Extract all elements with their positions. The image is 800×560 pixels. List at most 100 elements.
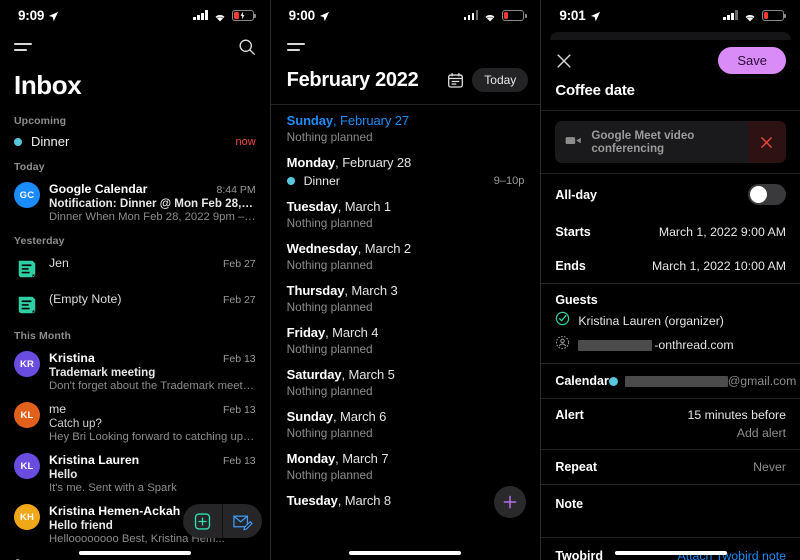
item-preview: Don't forget about the Trademark meeting… (49, 380, 256, 392)
alert-value: 15 minutes before (687, 408, 786, 422)
status-left: 9:09 (18, 8, 59, 23)
day-title: Tuesday, March 8 (287, 493, 525, 508)
sender-name: me (49, 402, 67, 416)
day-group[interactable]: Saturday, March 5 Nothing planned (287, 367, 525, 398)
sender-name: Jen (49, 256, 69, 270)
day-date: , March 2 (357, 241, 412, 256)
cellular-signal-icon (723, 10, 738, 20)
close-icon[interactable] (555, 52, 573, 70)
page-title: Inbox (14, 70, 82, 100)
all-day-toggle[interactable] (747, 184, 786, 205)
note-row[interactable]: Note (541, 485, 800, 537)
day-group[interactable]: Tuesday, March 1 Nothing planned (287, 199, 525, 230)
conference-pill[interactable]: Google Meet video conferencing (555, 121, 786, 163)
status-time: 9:00 (288, 7, 315, 23)
add-event-button[interactable] (494, 486, 527, 518)
note-icon (14, 292, 40, 318)
status-bar-calendar: 9:00 (271, 0, 541, 30)
day-date: , February 28 (335, 155, 412, 170)
alert-row[interactable]: Alert 15 minutes before Add alert (541, 399, 800, 449)
calendar-color-dot (608, 376, 618, 386)
day-date: , March 6 (333, 409, 387, 424)
conference-label-wrap: Google Meet video conferencing (555, 121, 748, 163)
list-item[interactable]: KL Kristina Lauren Feb 13 Hello It's me.… (0, 449, 270, 500)
save-button[interactable]: Save (718, 47, 786, 74)
day-group[interactable]: Wednesday, March 2 Nothing planned (287, 241, 525, 272)
conference-row: Google Meet video conferencing (541, 111, 800, 173)
day-group[interactable]: Tuesday, March 8 (287, 493, 525, 508)
guest-row[interactable]: -onthread.com (555, 335, 786, 355)
avatar: KR (14, 351, 40, 377)
day-group[interactable]: Monday, February 28 Dinner 9–10p (286, 155, 525, 188)
day-weekday: Friday (286, 325, 326, 340)
day-group[interactable]: Friday, March 4 Nothing planned (287, 325, 525, 356)
upcoming-event-time: now (235, 135, 256, 148)
twobird-row: Twobird Attach Twobird note (541, 538, 800, 560)
day-title: Monday, March 7 (287, 451, 525, 466)
hamburger-menu-icon[interactable] (286, 43, 305, 51)
new-note-button[interactable] (183, 504, 222, 538)
wifi-icon (213, 10, 227, 22)
avatar: KL (14, 453, 40, 479)
all-day-row[interactable]: All-day (541, 174, 800, 215)
calendar-value: @gmail.com (727, 374, 797, 388)
today-button[interactable]: Today (472, 68, 529, 92)
day-group[interactable]: Thursday, March 3 Nothing planned (287, 283, 525, 314)
section-header-today: Today (14, 161, 45, 173)
day-empty-text: Nothing planned (286, 468, 373, 482)
starts-label: Starts (555, 225, 591, 239)
guest-row[interactable]: Kristina Lauren (organizer) (555, 311, 786, 331)
list-item[interactable]: GC Google Calendar 8:44 PM Notification:… (0, 178, 270, 229)
day-title: Friday, March 4 (287, 325, 525, 340)
redacted-bar (624, 375, 728, 387)
day-group[interactable]: Sunday, February 27 Nothing planned (287, 113, 525, 144)
status-right (193, 9, 256, 22)
item-date: Feb 13 (222, 404, 256, 416)
list-item[interactable]: KL me Feb 13 Catch up? Hey Bri Looking f… (0, 398, 270, 449)
cellular-signal-icon (193, 10, 208, 20)
list-item[interactable]: (Empty Note) Feb 27 (0, 288, 270, 324)
day-weekday: Saturday (286, 367, 342, 382)
guests-label: Guests (555, 293, 598, 307)
repeat-row[interactable]: Repeat Never (541, 450, 800, 484)
day-weekday: Sunday (286, 409, 334, 424)
day-title: Wednesday, March 2 (287, 241, 525, 256)
day-empty-text: Nothing planned (286, 384, 373, 398)
ends-row[interactable]: Ends March 1, 2022 10:00 AM (541, 249, 800, 283)
starts-value: March 1, 2022 9:00 AM (658, 225, 786, 239)
status-bar-event: 9:01 (541, 0, 800, 30)
day-title: Sunday, March 6 (287, 409, 525, 424)
search-icon[interactable] (238, 38, 256, 56)
video-camera-icon (565, 135, 582, 149)
starts-row[interactable]: Starts March 1, 2022 9:00 AM (541, 215, 800, 249)
calendar-row[interactable]: Calendar @gmail.com (541, 364, 800, 398)
repeat-label: Repeat (555, 460, 597, 474)
item-date: 8:44 PM (216, 184, 256, 196)
add-alert-button[interactable]: Add alert (688, 426, 786, 440)
event-time: 9–10p (493, 175, 525, 187)
inbox-toolbar (0, 30, 270, 64)
day-group[interactable]: Sunday, March 6 Nothing planned (287, 409, 525, 440)
calendar-icon[interactable] (447, 72, 464, 89)
cellular-signal-icon (463, 10, 479, 20)
hamburger-menu-icon[interactable] (14, 43, 32, 51)
sheet-drag-handle[interactable] (550, 32, 791, 40)
month-title: February 2022 (286, 68, 419, 91)
upcoming-event-row[interactable]: Dinner now (0, 132, 270, 155)
location-arrow-icon (48, 10, 59, 21)
day-date: , March 4 (325, 325, 379, 340)
calendar-event-row[interactable]: Dinner 9–10p (286, 174, 525, 188)
avatar: KH (14, 504, 40, 530)
day-empty-text: Nothing planned (286, 426, 373, 440)
calendar-header: February 2022 Today (270, 64, 541, 105)
day-title: Sunday, February 27 (287, 113, 525, 128)
day-title: Monday, February 28 (287, 155, 525, 170)
event-dot-icon (14, 137, 22, 146)
day-group[interactable]: Monday, March 7 Nothing planned (287, 451, 525, 482)
sender-name: Google Calendar (49, 182, 148, 196)
list-item[interactable]: KR Kristina Feb 13 Trademark meeting Don… (0, 347, 270, 398)
remove-conference-button[interactable] (747, 121, 786, 163)
compose-mail-button[interactable] (223, 504, 262, 538)
list-item[interactable]: Jen Feb 27 (0, 252, 270, 288)
day-weekday: Monday (286, 451, 336, 466)
